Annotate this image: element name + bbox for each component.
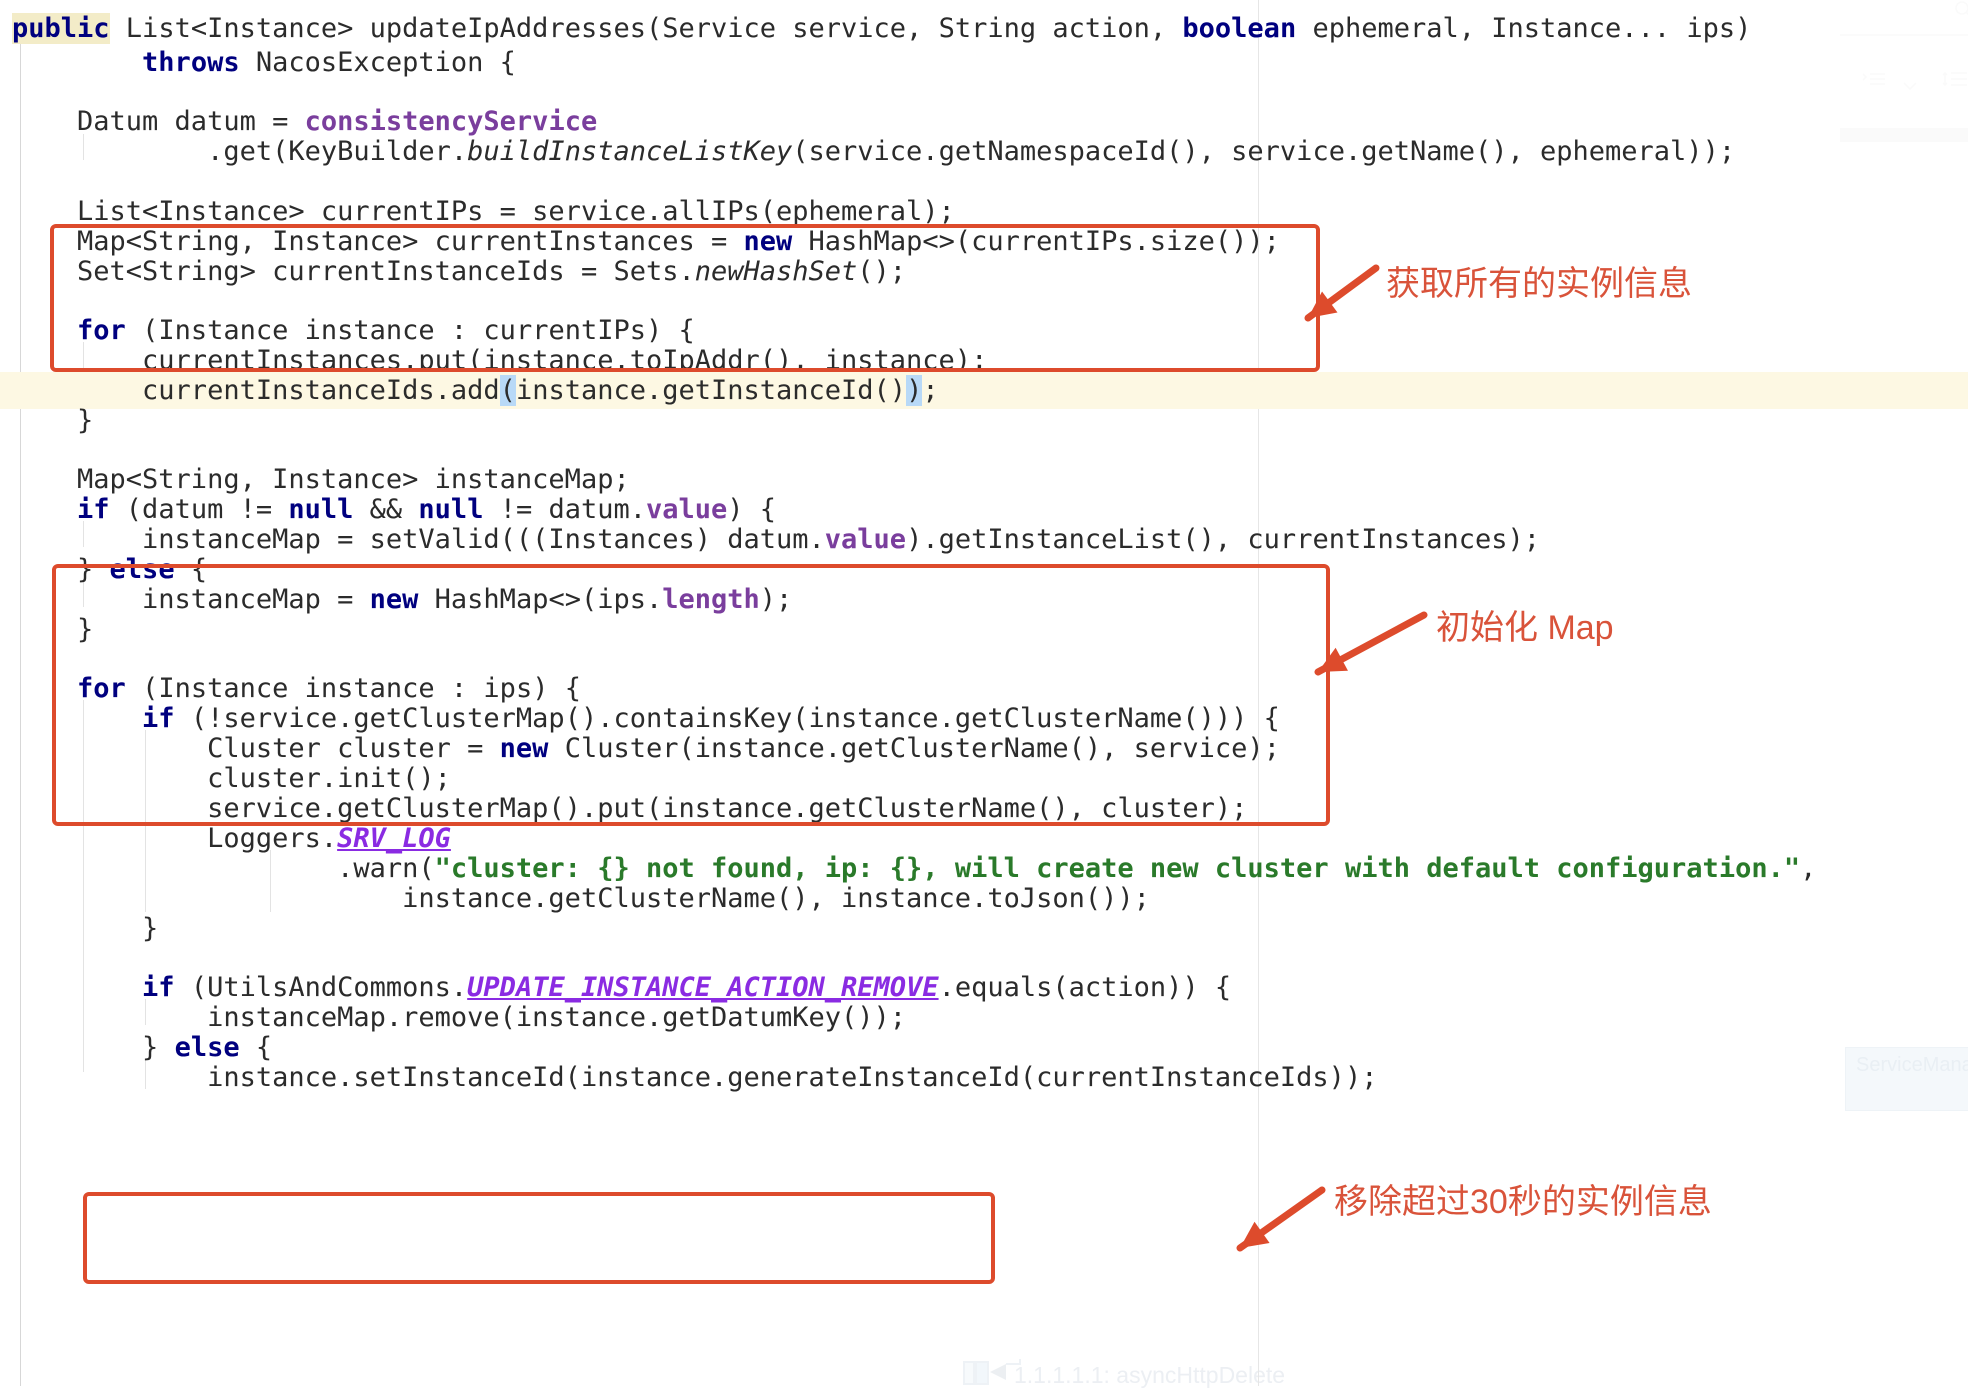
note-init-map: 初始化 Map [1436,600,1614,649]
highlight-box-get-all-instances [50,224,1320,372]
highlight-box-remove-expired [83,1192,995,1284]
code-editor-canvas[interactable]: ServiceManager 1.1.1.1.1: asyncHttpDelet… [0,0,1968,1386]
note-get-all-instances: 获取所有的实例信息 [1386,256,1692,305]
arrow-to-init-map [1288,585,1454,702]
annotation-layer: 获取所有的实例信息初始化 Map 移除超过30秒的实例信息 [0,0,1968,1386]
note-remove-expired: 移除超过30秒的实例信息 [1334,1174,1712,1223]
arrow-to-remove-expired [1210,1160,1352,1278]
highlight-box-init-map [52,564,1330,826]
